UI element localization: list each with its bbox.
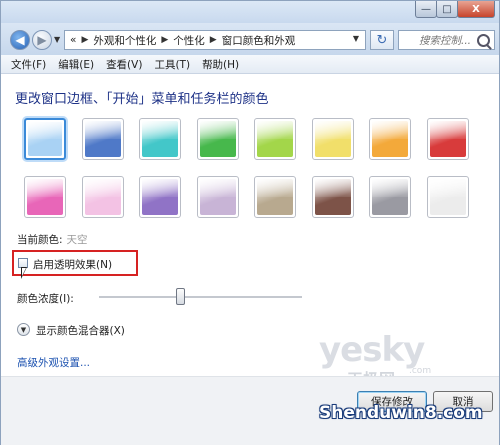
color-swatch-lime[interactable] <box>254 118 296 160</box>
swatch-shine <box>200 121 236 139</box>
swatch-shine <box>85 179 121 197</box>
color-swatch-taupe[interactable] <box>254 176 296 218</box>
swatch-shine <box>430 121 466 139</box>
intensity-slider-thumb[interactable] <box>176 288 185 305</box>
color-swatch-slate[interactable] <box>369 176 411 218</box>
chevron-right-icon: ▶ <box>209 35 217 45</box>
address-bar[interactable]: « ▶ 外观和个性化 ▶ 个性化 ▶ 窗口颜色和外观 ▼ <box>64 30 366 50</box>
title-bar: — □ X <box>1 1 499 23</box>
yesky-logo: yesky <box>319 330 425 370</box>
color-swatch-leaf[interactable] <box>197 118 239 160</box>
swatch-shine <box>142 121 178 139</box>
chevron-right-icon: ▶ <box>161 35 169 45</box>
current-color-label: 当前颜色: <box>17 234 63 246</box>
swatch-shine <box>430 179 466 197</box>
swatch-shine <box>142 179 178 197</box>
search-placeholder: 搜索控制... <box>419 34 472 47</box>
search-input[interactable]: 搜索控制... <box>398 30 495 50</box>
back-button[interactable]: ◀ <box>10 30 30 50</box>
page-title: 更改窗口边框、「开始」菜单和任务栏的颜色 <box>15 92 269 107</box>
refresh-icon: ↻ <box>376 32 388 48</box>
color-swatch-lemon[interactable] <box>312 118 354 160</box>
mouse-cursor-icon <box>21 267 27 279</box>
arrow-right-icon: ▶ <box>37 33 47 47</box>
close-button[interactable]: X <box>457 1 495 18</box>
menu-edit[interactable]: 编辑(E) <box>58 57 94 72</box>
menu-tools[interactable]: 工具(T) <box>154 57 190 72</box>
swatch-shine <box>27 179 63 197</box>
current-color-value: 天空 <box>66 234 88 246</box>
swatch-shine <box>315 121 351 139</box>
color-swatch-frost[interactable] <box>427 176 469 218</box>
forward-button[interactable]: ▶ <box>32 30 52 50</box>
breadcrumb-window-color[interactable]: 窗口颜色和外观 <box>222 33 296 48</box>
color-swatch-lavender[interactable] <box>197 176 239 218</box>
swatch-shine <box>315 179 351 197</box>
swatch-shine <box>200 179 236 197</box>
color-swatch-sea[interactable] <box>139 118 181 160</box>
swatch-shine <box>257 179 293 197</box>
control-panel-window: — □ X ◀ ▶ ▼ « ▶ 外观和个性化 ▶ 个性化 ▶ 窗口颜色和外观 ▼… <box>0 0 500 445</box>
chevron-down-icon[interactable]: ▼ <box>353 34 359 43</box>
swatch-shine <box>257 121 293 139</box>
breadcrumb-personalization[interactable]: 个性化 <box>173 33 205 48</box>
refresh-button[interactable]: ↻ <box>370 30 394 50</box>
current-color: 当前颜色: 天空 <box>17 232 88 247</box>
site-watermark: Shenduwin8.com <box>319 403 483 423</box>
navigation-bar: ◀ ▶ ▼ « ▶ 外观和个性化 ▶ 个性化 ▶ 窗口颜色和外观 ▼ ↻ 搜索控… <box>1 23 499 55</box>
recent-pages-dropdown-icon[interactable]: ▼ <box>54 35 60 44</box>
transparency-label[interactable]: 启用透明效果(N) <box>33 257 112 272</box>
arrow-left-icon: ◀ <box>15 33 25 47</box>
color-swatch-pumpkin[interactable] <box>369 118 411 160</box>
intensity-slider-track[interactable] <box>99 296 302 299</box>
address-prefix: « <box>70 34 77 46</box>
minimize-button[interactable]: — <box>415 1 437 18</box>
yesky-logo-com: .com <box>409 366 432 376</box>
swatch-shine <box>28 122 62 140</box>
swatch-shine <box>372 179 408 197</box>
color-swatch-sky[interactable] <box>24 118 66 160</box>
color-mixer-toggle[interactable]: 显示颜色混合器(X) <box>36 323 125 338</box>
menu-file[interactable]: 文件(F) <box>11 57 46 72</box>
maximize-button[interactable]: □ <box>436 1 458 18</box>
breadcrumb-appearance[interactable]: 外观和个性化 <box>93 33 156 48</box>
swatch-shine <box>85 121 121 139</box>
color-swatch-chocolate[interactable] <box>312 176 354 218</box>
menu-view[interactable]: 查看(V) <box>106 57 142 72</box>
menu-bar: 文件(F) 编辑(E) 查看(V) 工具(T) 帮助(H) <box>1 55 499 74</box>
swatch-shine <box>372 121 408 139</box>
advanced-appearance-link[interactable]: 高级外观设置... <box>17 355 90 370</box>
color-swatch-fuchsia[interactable] <box>24 176 66 218</box>
menu-help[interactable]: 帮助(H) <box>202 57 239 72</box>
color-swatch-twilight[interactable] <box>82 118 124 160</box>
search-icon <box>477 34 490 47</box>
chevron-right-icon: ▶ <box>81 35 89 45</box>
chevron-down-icon: ▼ <box>20 325 27 334</box>
intensity-label: 颜色浓度(I): <box>17 293 74 305</box>
color-swatch-blush[interactable] <box>82 176 124 218</box>
color-swatch-violet[interactable] <box>139 176 181 218</box>
transparency-highlight: 启用透明效果(N) <box>12 250 138 276</box>
expand-mixer-button[interactable]: ▼ <box>17 323 30 336</box>
color-swatch-ruby[interactable] <box>427 118 469 160</box>
